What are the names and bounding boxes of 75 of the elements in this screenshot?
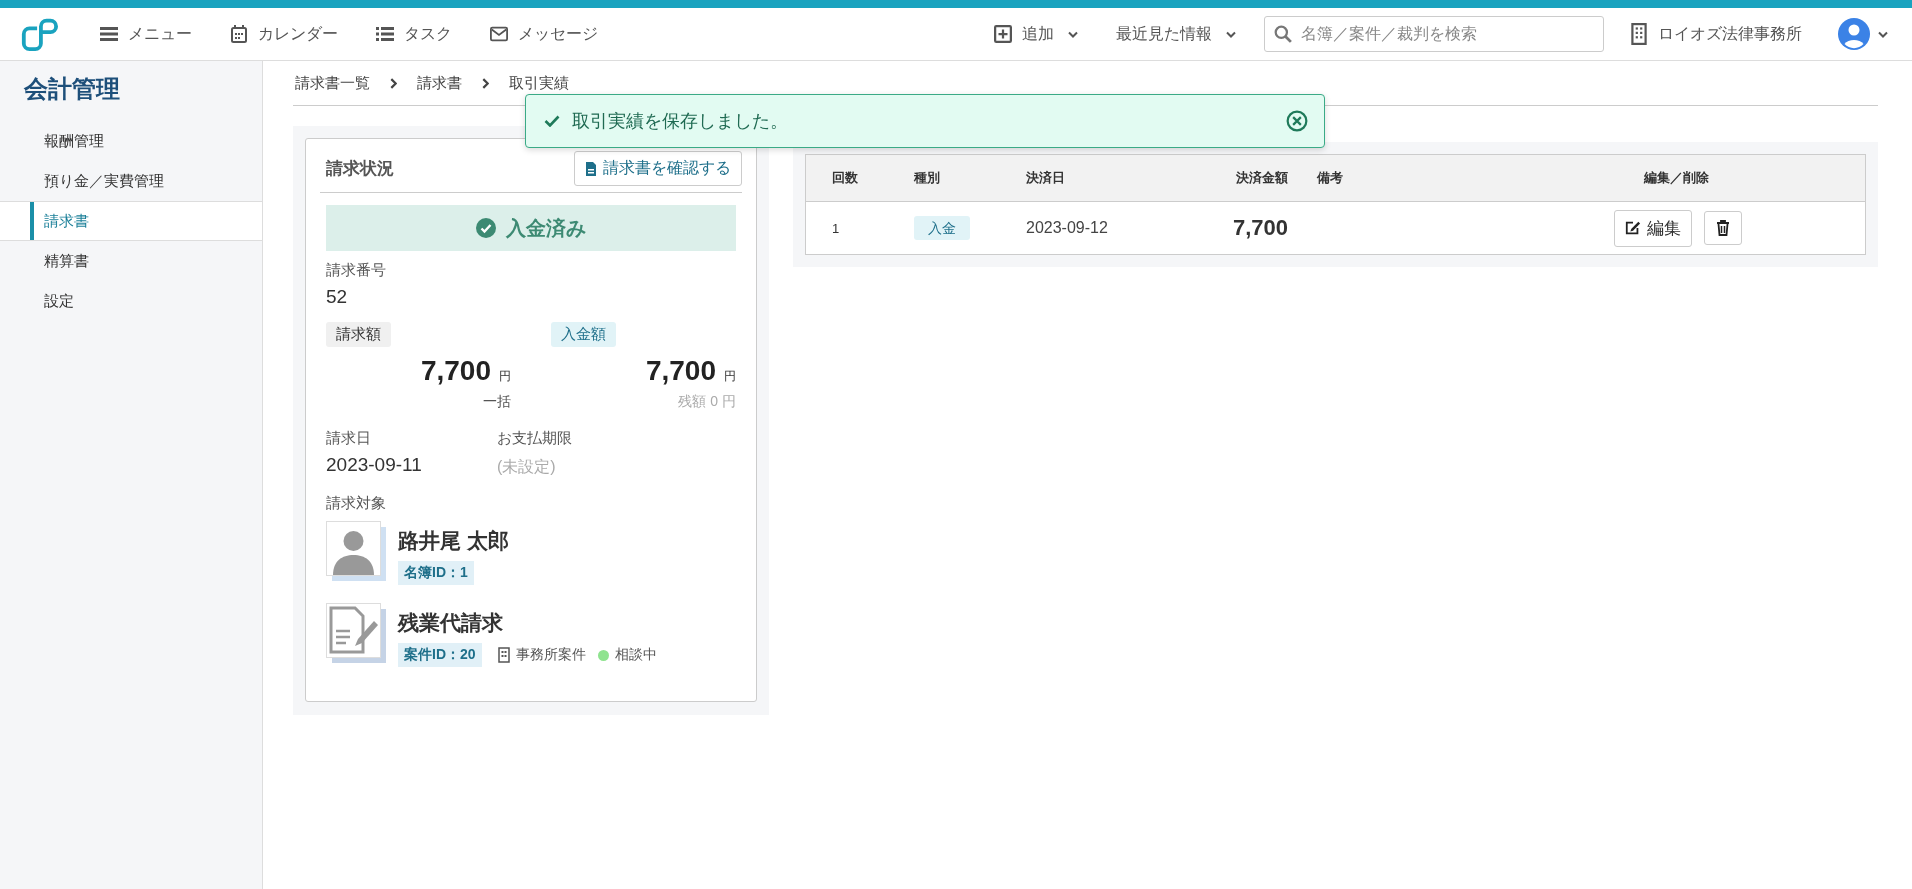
sidebar-item[interactable]: 預り金／実費管理 — [0, 161, 262, 201]
currency-unit: 円 — [499, 368, 511, 385]
nav-item[interactable]: カレンダー — [220, 17, 348, 51]
client-name-link[interactable]: 路井尾 太郎 — [398, 527, 509, 555]
check-circle-icon — [476, 218, 496, 238]
chevron-down-icon — [1878, 30, 1888, 38]
field-label: 請求番号 — [326, 261, 387, 280]
chevron-right-icon — [482, 77, 489, 89]
edit-icon — [1625, 220, 1641, 236]
toast-message: 取引実績を保存しました。 — [572, 110, 789, 133]
calendar-icon — [230, 25, 248, 43]
matter-name-link[interactable]: 残業代請求 — [398, 609, 503, 637]
document-pen-icon — [326, 603, 386, 663]
person-silhouette-icon — [326, 521, 386, 581]
add-menu[interactable]: 追加 — [984, 17, 1088, 51]
field-value: (未設定) — [497, 457, 557, 477]
search-field[interactable]: 名簿／案件／裁判を検索 — [1264, 16, 1604, 52]
breadcrumb-link[interactable]: 取引実績 — [509, 73, 569, 93]
plus-icon — [994, 25, 1012, 43]
building-icon — [1630, 23, 1648, 45]
matter-type: 事務所案件 — [515, 646, 586, 664]
column-header: 決済金額 — [1177, 154, 1289, 202]
amount-tag: 請求額 — [326, 322, 391, 347]
breadcrumb-link[interactable]: 請求書一覧 — [295, 73, 370, 93]
amount-value: 7,700 — [645, 355, 716, 387]
building-icon — [497, 647, 510, 663]
menu-icon — [100, 25, 118, 43]
confirm-invoice-button[interactable]: 請求書を確認する — [574, 151, 742, 186]
currency-unit: 円 — [724, 368, 736, 385]
column-header: 回数 — [805, 154, 913, 202]
envelope-icon — [490, 25, 508, 43]
breadcrumb-link[interactable]: 請求書 — [417, 73, 462, 93]
recent-menu[interactable]: 最近見た情報 — [1106, 17, 1246, 51]
office-menu[interactable]: ロイオズ法律事務所 — [1620, 17, 1812, 51]
field-value: 2023-09-11 — [326, 454, 423, 476]
list-icon — [376, 25, 394, 43]
field-label: 請求対象 — [326, 494, 387, 513]
field-label: お支払期限 — [497, 429, 573, 448]
id-badge: 名簿ID：1 — [398, 561, 474, 585]
column-header: 種別 — [913, 154, 1025, 202]
status-text: 入金済み — [506, 215, 586, 241]
check-icon — [544, 115, 560, 127]
table-cell: 1 — [832, 220, 840, 236]
sidebar-item[interactable]: 精算書 — [0, 241, 262, 281]
chevron-right-icon — [390, 77, 397, 89]
type-tag: 入金 — [914, 215, 970, 240]
column-header: 編集／削除 — [1614, 154, 1866, 202]
sidebar-item[interactable]: 設定 — [0, 281, 262, 321]
delete-button[interactable] — [1704, 211, 1742, 245]
field-value: 52 — [326, 286, 349, 308]
id-badge: 案件ID：20 — [398, 643, 482, 667]
sidebar-item[interactable]: 報酬管理 — [0, 121, 262, 161]
column-header: 決済日 — [1025, 154, 1177, 202]
avatar-icon — [1838, 18, 1870, 50]
chevron-down-icon — [1068, 30, 1078, 38]
column-header: 備考 — [1289, 154, 1614, 202]
nav-item[interactable]: メニュー — [90, 17, 202, 51]
table-cell: 7,700 — [1232, 215, 1288, 240]
matter-status: 相談中 — [614, 646, 657, 664]
nav-item[interactable]: タスク — [366, 17, 462, 51]
trash-icon — [1715, 220, 1731, 236]
document-icon — [585, 160, 597, 177]
close-icon[interactable] — [1286, 110, 1308, 132]
field-label: 請求日 — [326, 429, 372, 448]
amount-note: 一括 — [483, 393, 511, 411]
amount-value: 7,700 — [420, 355, 491, 387]
nav-item[interactable]: メッセージ — [480, 17, 608, 51]
amount-tag: 入金額 — [551, 322, 616, 347]
edit-button[interactable]: 編集 — [1614, 209, 1692, 247]
balance-note: 残額 0 円 — [678, 393, 736, 411]
card-title: 請求状況 — [325, 158, 394, 180]
chevron-down-icon — [1226, 30, 1236, 38]
sidebar-title: 会計管理 — [24, 74, 121, 104]
sidebar-item[interactable]: 請求書 — [0, 201, 262, 241]
table-cell: 2023-09-12 — [1026, 219, 1108, 236]
